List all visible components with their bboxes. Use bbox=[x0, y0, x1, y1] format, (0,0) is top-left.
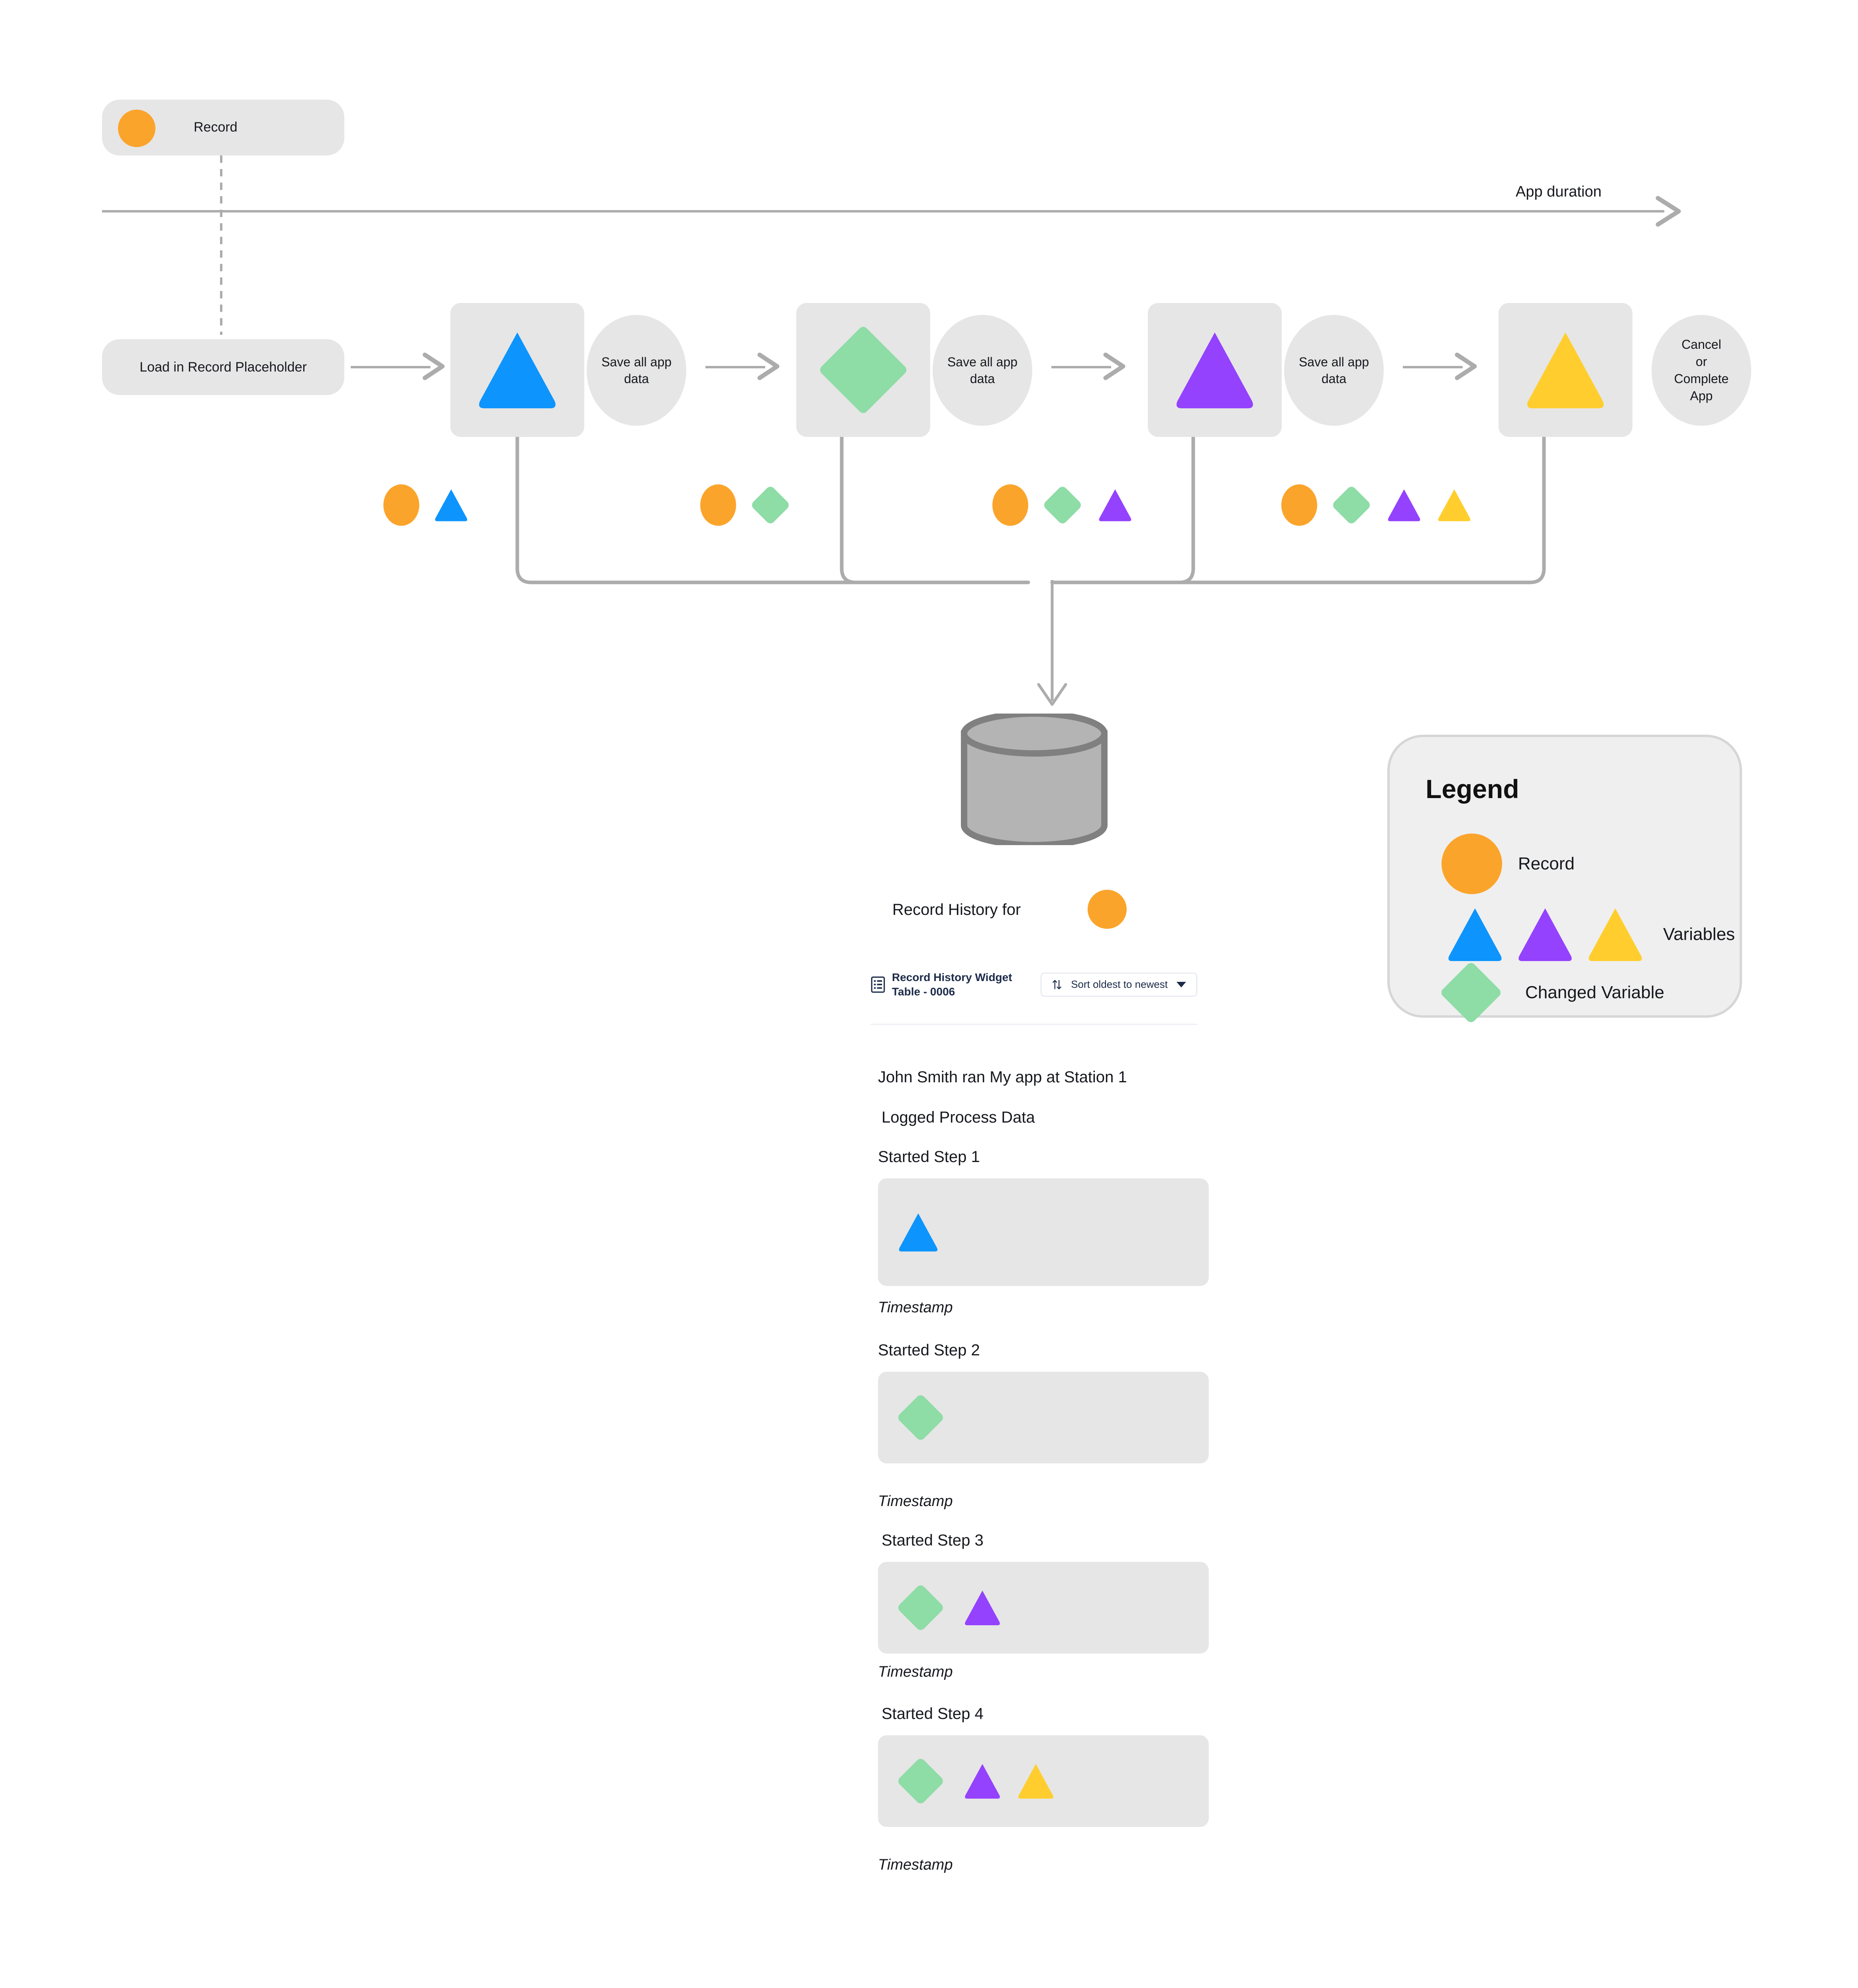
record-badge: Record bbox=[102, 100, 344, 155]
flow-step-4-card bbox=[1499, 303, 1632, 437]
legend-row-variables: Variables bbox=[1445, 905, 1735, 964]
history-entry-timestamp-2: Timestamp bbox=[878, 1299, 953, 1316]
history-entry-text-1: Logged Process Data bbox=[882, 1109, 1035, 1126]
changed-variable-shape bbox=[896, 1757, 945, 1805]
database-cylinder-icon bbox=[961, 714, 1108, 845]
legend-title: Legend bbox=[1426, 774, 1519, 804]
changed-variable-shape bbox=[818, 324, 909, 415]
diagram-canvas: Record App duration Load in Record Place… bbox=[0, 0, 1858, 1988]
cancel-or-complete-line-2: Complete bbox=[1674, 372, 1729, 386]
sort-dropdown[interactable]: Sort oldest to newest bbox=[1041, 972, 1197, 997]
save-app-data-node-1: Save all app data bbox=[587, 315, 686, 426]
variable-purple-shape bbox=[962, 1762, 1002, 1800]
record-circle-icon bbox=[118, 110, 155, 147]
changed-variable-shape bbox=[896, 1583, 945, 1632]
flow-arrow-0-head bbox=[422, 352, 445, 380]
legend-label-record: Record bbox=[1518, 854, 1575, 873]
app-duration-line bbox=[102, 210, 1664, 212]
app-duration-arrowhead bbox=[1656, 196, 1681, 227]
variable-blue-shape bbox=[473, 328, 561, 412]
history-entry-text-2: Started Step 1 bbox=[878, 1148, 980, 1166]
history-entry-timestamp-5: Timestamp bbox=[878, 1856, 953, 1873]
sort-dropdown-label: Sort oldest to newest bbox=[1071, 978, 1168, 991]
load-record-placeholder-node: Load in Record Placeholder bbox=[102, 339, 344, 395]
history-entry-text-5: Started Step 4 bbox=[882, 1705, 984, 1723]
step-to-database-connector-bus bbox=[515, 437, 1546, 584]
record-history-widget-title: Record History Widget Table - 0006 bbox=[892, 971, 1012, 998]
database-inbound-arrow bbox=[1037, 580, 1067, 706]
record-history-widget-divider bbox=[870, 1024, 1197, 1025]
save-app-data-node-2: Save all app data bbox=[933, 315, 1032, 426]
cancel-or-complete-app-node: Cancel or Complete App bbox=[1652, 315, 1751, 426]
history-entry-timestamp-3: Timestamp bbox=[878, 1493, 953, 1510]
sort-arrows-icon bbox=[1053, 980, 1062, 989]
legend-row-changed-variable: Changed Variable bbox=[1437, 961, 1664, 1024]
record-history-widget-header: Record History Widget Table - 0006 Sort … bbox=[870, 970, 1197, 999]
legend-label-changed-variable: Changed Variable bbox=[1525, 983, 1664, 1002]
save-app-data-node-3: Save all app data bbox=[1284, 315, 1384, 426]
changed-variable-shape bbox=[896, 1393, 945, 1442]
history-entry-box-3 bbox=[878, 1372, 1209, 1463]
history-entry-text-0: John Smith ran My app at Station 1 bbox=[878, 1068, 1127, 1086]
record-badge-label: Record bbox=[194, 120, 238, 135]
history-entry-box-4 bbox=[878, 1562, 1209, 1654]
flow-arrow-2-head bbox=[1103, 352, 1125, 380]
variable-purple-shape bbox=[1515, 905, 1575, 964]
flow-arrow-0-line bbox=[351, 366, 430, 368]
legend-row-record: Record bbox=[1442, 834, 1575, 894]
flow-arrow-3-head bbox=[1455, 352, 1477, 380]
save-app-data-label-3: Save all app data bbox=[1298, 354, 1369, 386]
app-duration-label: App duration bbox=[1516, 183, 1602, 200]
legend-label-variables: Variables bbox=[1663, 924, 1735, 944]
changed-variable-shape bbox=[1439, 961, 1503, 1024]
history-entry-text-4: Started Step 3 bbox=[882, 1532, 984, 1549]
save-app-data-label-1: Save all app data bbox=[601, 354, 672, 386]
variable-blue-shape bbox=[896, 1211, 940, 1253]
variable-blue-shape bbox=[433, 487, 469, 523]
record-shape bbox=[1442, 834, 1502, 894]
record-shape bbox=[1088, 890, 1127, 929]
cancel-or-complete-line-0: Cancel bbox=[1681, 337, 1721, 352]
save-app-data-label-2: Save all app data bbox=[947, 354, 1018, 386]
flow-step-1-card bbox=[450, 303, 584, 437]
chevron-down-icon bbox=[1176, 981, 1186, 987]
variable-blue-shape bbox=[1445, 905, 1505, 964]
flow-step-2-card bbox=[796, 303, 930, 437]
history-entry-box-2 bbox=[878, 1178, 1209, 1286]
variable-yellow-shape bbox=[1522, 328, 1609, 412]
variable-yellow-shape bbox=[1585, 905, 1646, 964]
flow-arrow-1-head bbox=[757, 352, 780, 380]
flow-step-3-card bbox=[1148, 303, 1282, 437]
legend-panel: Legend Record Variables Changed Variable bbox=[1387, 735, 1742, 1024]
record-dashed-connector bbox=[220, 155, 222, 335]
cancel-or-complete-line-1: or bbox=[1695, 354, 1707, 369]
history-entry-box-5 bbox=[878, 1735, 1209, 1827]
variable-purple-shape bbox=[1171, 328, 1259, 412]
variable-yellow-shape bbox=[1016, 1762, 1056, 1800]
table-list-icon bbox=[871, 976, 885, 993]
record-shape bbox=[383, 484, 419, 526]
cancel-or-complete-line-3: App bbox=[1690, 388, 1713, 403]
accumulation-row-step-1 bbox=[383, 484, 469, 526]
history-entry-timestamp-4: Timestamp bbox=[878, 1664, 953, 1680]
variable-purple-shape bbox=[962, 1589, 1002, 1627]
load-record-placeholder-label: Load in Record Placeholder bbox=[139, 359, 307, 375]
history-entry-text-3: Started Step 2 bbox=[878, 1341, 980, 1359]
record-history-caption: Record History for bbox=[892, 901, 1021, 918]
